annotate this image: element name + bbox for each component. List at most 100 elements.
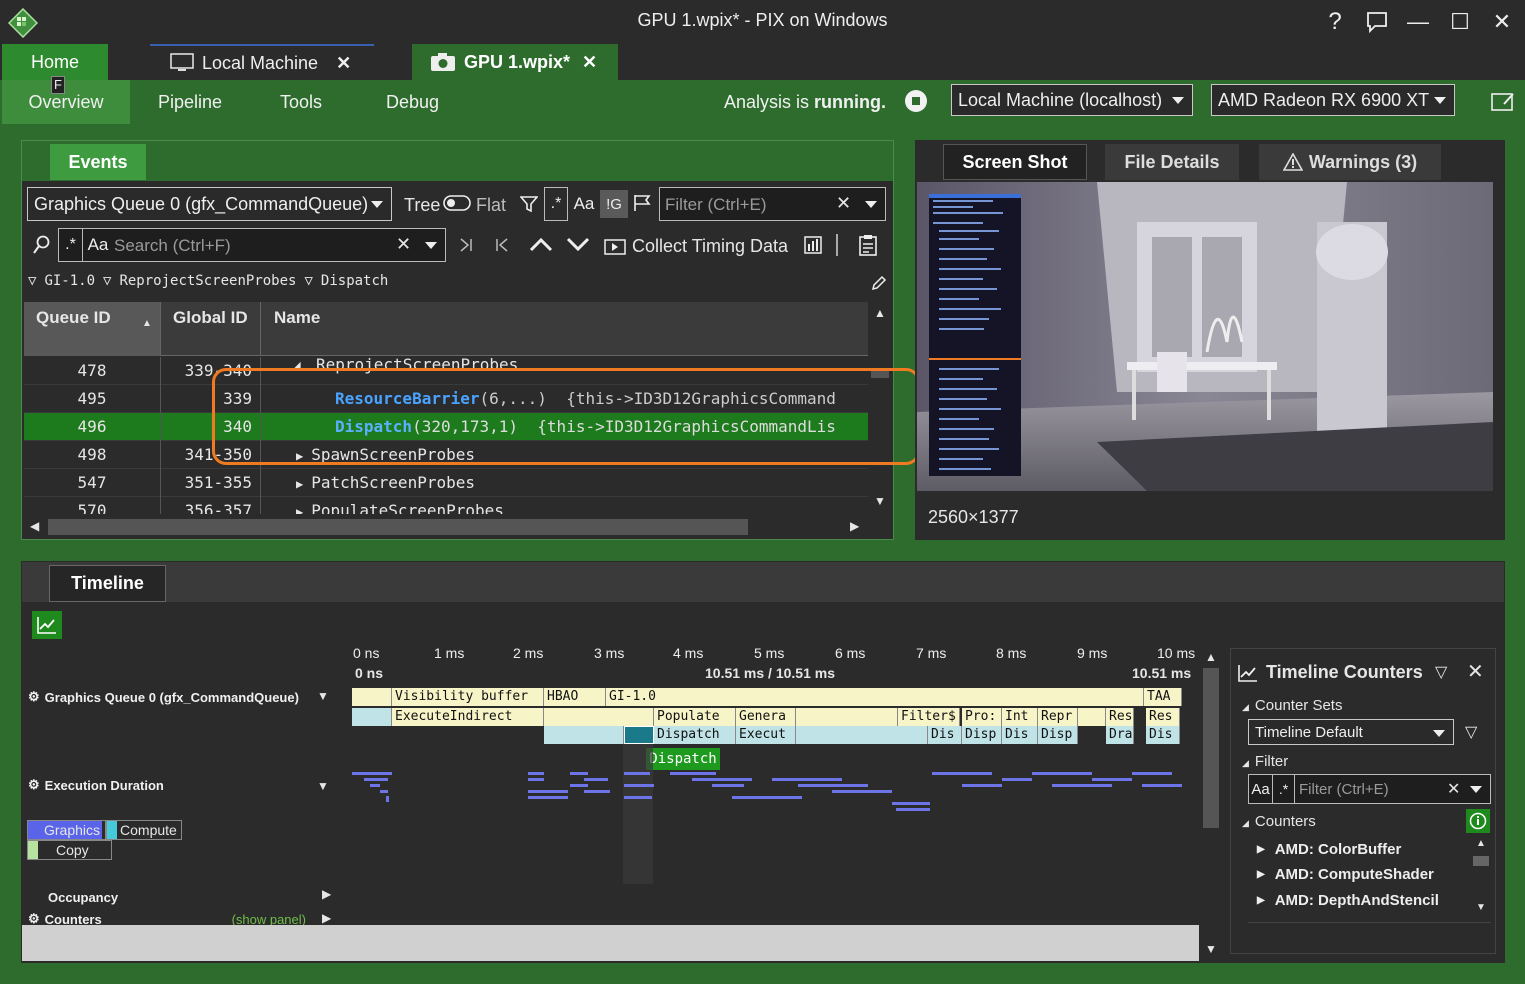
tab-home[interactable]: Home	[2, 44, 108, 80]
timeline-event[interactable]	[352, 688, 392, 706]
breadcrumb-item[interactable]: GI-1.0	[44, 273, 95, 289]
chevron-down-icon[interactable]: ▼	[317, 779, 329, 793]
close-tab-icon[interactable]: ✕	[582, 52, 597, 73]
feedback-icon[interactable]	[1362, 8, 1392, 36]
timeline-event[interactable]	[544, 708, 654, 726]
scroll-down-icon[interactable]: ▼	[874, 494, 886, 508]
timeline-event[interactable]: Visibility buffer	[392, 688, 544, 706]
timeline-event[interactable]: Dra	[1106, 726, 1134, 744]
minimize-button[interactable]: —	[1403, 8, 1433, 36]
tab-timeline[interactable]: Timeline	[49, 565, 166, 602]
events-horizontal-scrollbar[interactable]: ◀ ▶	[24, 516, 868, 538]
timeline-event-selected[interactable]	[624, 726, 654, 744]
counter-item[interactable]: ▶ AMD: ColorBuffer	[1257, 841, 1401, 858]
search-regex-toggle[interactable]: .*	[59, 229, 83, 261]
close-tab-icon[interactable]: ✕	[336, 53, 351, 74]
scroll-thumb[interactable]	[48, 519, 748, 535]
counters-scrollbar[interactable]: ▲ ▼	[1472, 838, 1490, 916]
timeline-tracks[interactable]: Visibility buffer HBAO GI-1.0 TAA Execut…	[352, 686, 1200, 926]
timeline-vertical-scrollbar[interactable]: ▲ ▼	[1201, 648, 1221, 960]
maximize-button[interactable]: ☐	[1445, 8, 1475, 36]
info-icon[interactable]	[1466, 809, 1490, 833]
search-input[interactable]: .* Aa Search (Ctrl+F) ✕	[58, 228, 446, 262]
counter-filter-input[interactable]: Aa .* Filter (Ctrl+E) ✕	[1248, 774, 1491, 804]
timeline-event[interactable]	[544, 726, 624, 744]
counter-set-dropdown[interactable]: Timeline Default	[1248, 719, 1454, 745]
filter-funnel-icon[interactable]	[520, 195, 538, 213]
invert-filter-toggle[interactable]: !G	[600, 190, 628, 218]
counter-item[interactable]: ▶ AMD: ComputeShader	[1257, 866, 1434, 883]
gpu-dropdown[interactable]: AMD Radeon RX 6900 XT	[1211, 84, 1455, 116]
regex-toggle[interactable]: .*	[1273, 775, 1295, 803]
column-global-id[interactable]: Global ID	[160, 302, 260, 356]
chevron-down-icon[interactable]: ▼	[317, 689, 329, 703]
collect-timing-button[interactable]: Collect Timing Data	[604, 236, 788, 257]
timeline-event[interactable]: Res	[1106, 708, 1134, 726]
legend-graphics[interactable]: Graphics	[27, 820, 107, 840]
tab-gpu-file[interactable]: GPU 1.wpix* ✕	[412, 44, 618, 80]
timeline-event[interactable]: Repr	[1038, 708, 1078, 726]
timeline-event[interactable]: Dispatch	[654, 726, 736, 744]
gear-icon[interactable]: ⚙	[28, 913, 40, 925]
timeline-event[interactable]	[796, 708, 898, 726]
scroll-thumb[interactable]	[1473, 856, 1489, 866]
match-case-toggle[interactable]: Aa	[570, 187, 598, 221]
lane-counters[interactable]: ⚙ Counters (show panel)	[28, 913, 328, 925]
nav-pipeline[interactable]: Pipeline	[158, 80, 222, 124]
gear-icon[interactable]: ⚙	[28, 689, 40, 705]
scroll-up-icon[interactable]: ▲	[1476, 838, 1486, 849]
clear-filter-icon[interactable]: ✕	[1447, 779, 1460, 799]
lane-graphics-queue[interactable]: ⚙ Graphics Queue 0 (gfx_CommandQueue)	[28, 689, 299, 705]
edit-pencil-icon[interactable]	[871, 275, 887, 291]
case-toggle[interactable]: Aa	[1249, 775, 1273, 803]
target-machine-dropdown[interactable]: Local Machine (localhost)	[951, 84, 1193, 116]
scroll-left-icon[interactable]: ◀	[30, 519, 39, 533]
nav-tools[interactable]: Tools	[280, 80, 322, 124]
search-case-toggle[interactable]: Aa	[85, 229, 111, 261]
chevron-down-icon[interactable]	[865, 201, 877, 208]
counter-item[interactable]: ▶ AMD: DepthAndStencil	[1257, 892, 1439, 909]
tab-warnings[interactable]: Warnings (3)	[1259, 144, 1441, 180]
chevron-up-icon[interactable]	[529, 236, 553, 254]
chevron-down-icon[interactable]	[1470, 786, 1482, 793]
table-row[interactable]: 547 351-355 ▶ PatchScreenProbes	[24, 469, 868, 497]
timeline-event[interactable]: Execut	[736, 726, 796, 744]
chevron-down-icon[interactable]	[425, 242, 437, 249]
flag-icon[interactable]	[633, 194, 653, 212]
collapsed-arrow-icon[interactable]: ▶	[296, 477, 303, 491]
scroll-down-icon[interactable]: ▼	[1476, 902, 1486, 913]
nav-overview[interactable]: Overview	[2, 80, 130, 124]
tab-screen-shot[interactable]: Screen Shot	[943, 144, 1087, 180]
timeline-event[interactable]: Disp	[1038, 726, 1078, 744]
timeline-event[interactable]	[352, 708, 392, 726]
help-button[interactable]: ?	[1320, 8, 1350, 36]
timeline-event[interactable]: Pro:	[962, 708, 1002, 726]
gear-icon[interactable]: ⚙	[28, 777, 40, 793]
close-panel-icon[interactable]: ✕	[1467, 659, 1484, 684]
breadcrumb-item[interactable]: ReprojectScreenProbes	[119, 273, 296, 289]
funnel-dropdown-icon[interactable]: ▽	[1465, 722, 1477, 742]
clipboard-icon[interactable]	[859, 234, 877, 256]
legend-compute[interactable]: Compute	[106, 820, 182, 840]
timeline-event[interactable]: HBAO	[544, 688, 606, 706]
tab-events[interactable]: Events	[50, 144, 146, 180]
notes-icon[interactable]	[1490, 90, 1516, 114]
time-ruler[interactable]: 0 ns 1 ms 2 ms 3 ms 4 ms 5 ms 6 ms 7 ms …	[352, 645, 1202, 685]
captured-frame-image[interactable]	[917, 182, 1493, 491]
chart-toggle-icon[interactable]	[32, 611, 62, 639]
clear-filter-icon[interactable]: ✕	[836, 193, 851, 214]
scroll-up-icon[interactable]: ▲	[1205, 650, 1217, 664]
show-panel-link[interactable]: (show panel)	[232, 913, 306, 925]
prev-result-icon[interactable]	[494, 237, 510, 253]
scroll-thumb[interactable]	[1203, 668, 1219, 828]
event-filter-input[interactable]: Filter (Ctrl+E) ✕	[659, 187, 886, 221]
timeline-event[interactable]: Genera	[736, 708, 796, 726]
timeline-event[interactable]: Populate	[654, 708, 736, 726]
column-name[interactable]: Name	[260, 302, 868, 356]
filter-section[interactable]: ◢ Filter	[1242, 753, 1288, 770]
clear-search-icon[interactable]: ✕	[396, 234, 411, 255]
timeline-event[interactable]: ExecuteIndirect	[392, 708, 544, 726]
timeline-event[interactable]	[1078, 708, 1106, 726]
chevron-down-icon[interactable]: ▽	[1435, 662, 1447, 682]
chevron-right-icon[interactable]: ▶	[322, 911, 331, 925]
